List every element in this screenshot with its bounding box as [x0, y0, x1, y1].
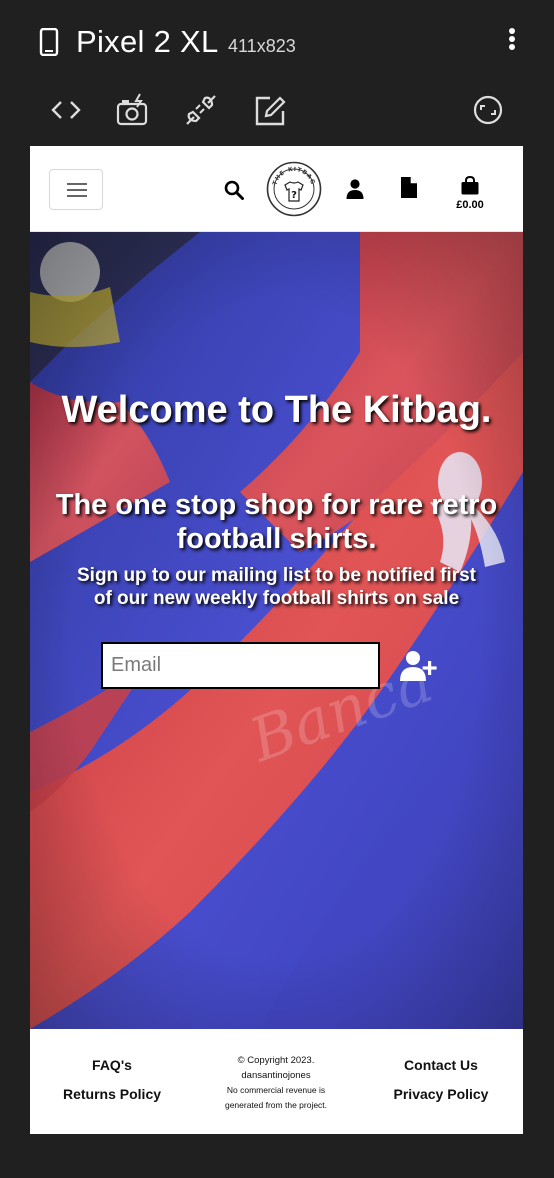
- email-input[interactable]: [101, 642, 380, 689]
- privacy-policy-link[interactable]: Privacy Policy: [388, 1086, 494, 1102]
- kitbag-logo[interactable]: THE KITBAG ?: [266, 161, 322, 217]
- screenshot-camera-icon[interactable]: [114, 92, 150, 128]
- menu-toggle-button[interactable]: [49, 169, 103, 210]
- mailing-list-text: Sign up to our mailing list to be notifi…: [77, 565, 476, 609]
- contact-us-link[interactable]: Contact Us: [396, 1057, 486, 1073]
- copyright-disclaimer: No commercial revenue is: [226, 1085, 326, 1095]
- site-header: THE KITBAG ? £0.00: [30, 146, 523, 232]
- hero-background-image: Banca: [30, 232, 523, 1029]
- user-icon[interactable]: [346, 179, 364, 199]
- faq-link[interactable]: FAQ's: [85, 1057, 139, 1073]
- copyright-disclaimer-2: generated from the project.: [224, 1099, 328, 1110]
- emulator-device-bar: Pixel 2 XL 411x823: [0, 0, 554, 86]
- phone-icon: [39, 28, 59, 56]
- shopping-bag-icon: [461, 176, 479, 195]
- device-resolution: 411x823: [228, 36, 296, 56]
- copyright-line: © Copyright 2023.: [237, 1055, 315, 1066]
- user-plus-icon: [400, 651, 437, 681]
- emulator-toolbar: [0, 86, 554, 136]
- copyright-author: dansantinojones: [241, 1069, 311, 1081]
- rotate-icon[interactable]: [470, 92, 506, 128]
- search-icon[interactable]: [224, 180, 244, 200]
- more-vert-icon[interactable]: [500, 26, 524, 54]
- hero-title: Welcome to The Kitbag.: [61, 389, 492, 431]
- code-icon[interactable]: [48, 92, 84, 128]
- copyright-notice: © Copyright 2023. dansantinojones No com…: [208, 1054, 344, 1112]
- device-viewport: THE KITBAG ? £0.00 Welcome to The Kitbag…: [30, 146, 523, 1134]
- hero-subtitle: The one stop shop for rare retro footbal…: [55, 489, 498, 555]
- device-name[interactable]: Pixel 2 XL: [76, 24, 219, 60]
- basket-total: £0.00: [456, 199, 484, 211]
- svg-text:?: ?: [291, 190, 297, 201]
- subscribe-button[interactable]: [398, 650, 440, 684]
- document-icon[interactable]: [401, 177, 417, 198]
- edit-icon[interactable]: [252, 92, 288, 128]
- hero-section: Banca Welcome to The Kitbag. The one sto…: [30, 232, 523, 1029]
- site-footer: FAQ's Returns Policy © Copyright 2023. d…: [30, 1029, 523, 1134]
- basket-link[interactable]: £0.00: [450, 174, 490, 214]
- returns-policy-link[interactable]: Returns Policy: [62, 1086, 162, 1102]
- network-plug-icon[interactable]: [183, 92, 219, 128]
